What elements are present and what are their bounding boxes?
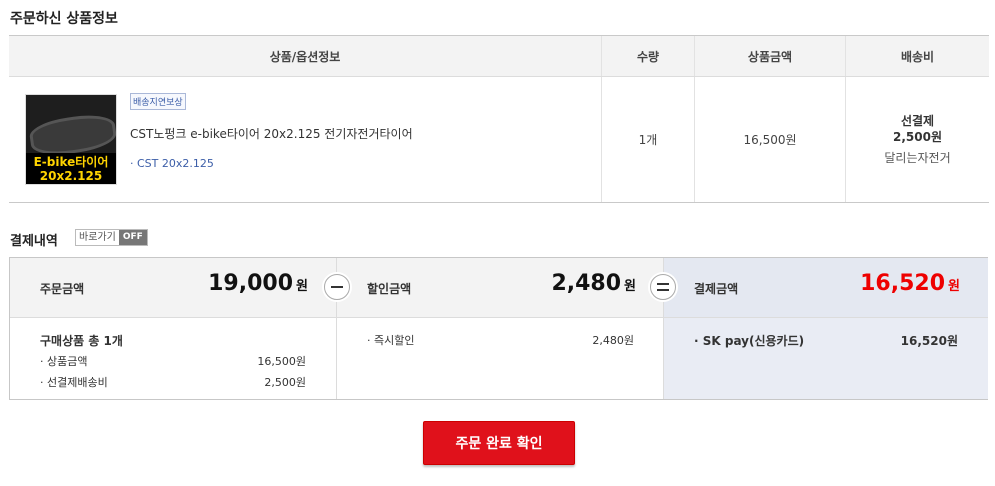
product-amount-label: · 상품금액 [40, 355, 88, 368]
shipping-type: 선결제 [900, 114, 935, 128]
shipping-cell: 선결제 2,500원 달리는자전거 [845, 76, 989, 203]
final-amount-column: 결제금액 16,520 원 · SK pay(신용카드) 16,520원 [663, 258, 988, 399]
thumbnail-caption-line2: 20x2.125 [39, 169, 103, 183]
payment-method-amount: 16,520원 [900, 334, 958, 348]
shortcut-toggle-label: 바로가기 [76, 230, 119, 245]
order-amount-column: 주문금액 19,000 원 구매상품 총 1개 · 상품금액 16,500원 · … [10, 258, 336, 399]
prepaid-shipping-label: · 선결제배송비 [40, 376, 108, 389]
prepaid-shipping-value: 2,500원 [264, 376, 306, 389]
payment-method-label: · SK pay(신용카드) [694, 334, 805, 348]
shortcut-toggle[interactable]: 바로가기 OFF [75, 229, 148, 246]
thumbnail-caption: E-bike타이어 20x2.125 [26, 153, 116, 184]
product-option: · CST 20x2.125 [130, 157, 214, 170]
purchase-summary: 구매상품 총 1개 [40, 334, 123, 348]
order-amount-label: 주문금액 [40, 282, 85, 296]
discount-column: 할인금액 2,480 원 · 즉시할인 2,480원 [336, 258, 664, 399]
header-price: 상품금액 [694, 35, 846, 77]
won-unit: 원 [948, 279, 960, 294]
product-name-link[interactable]: CST노펑크 e-bike타이어 20x2.125 전기자전거타이어 [130, 125, 413, 142]
confirm-order-button[interactable]: 주문 완료 확인 [423, 421, 575, 465]
discount-number: 2,480 [551, 271, 622, 296]
seller-name: 달리는자전거 [884, 151, 951, 165]
price-cell: 16,500원 [694, 76, 846, 203]
product-thumbnail[interactable]: E-bike타이어 20x2.125 [25, 94, 117, 185]
header-quantity: 수량 [601, 35, 695, 77]
discount-label: 할인금액 [367, 282, 412, 296]
table-row: E-bike타이어 20x2.125 배송지연보상 CST노펑크 e-bike타… [9, 76, 989, 203]
header-product: 상품/옵션정보 [9, 35, 602, 77]
won-unit: 원 [624, 279, 636, 294]
order-amount-row: 주문금액 19,000 원 [10, 258, 336, 318]
shortcut-toggle-state: OFF [118, 230, 147, 245]
final-amount-number: 16,520 [860, 271, 946, 296]
discount-value: 2,480 원 [551, 271, 636, 296]
order-amount-value: 19,000 원 [208, 271, 308, 296]
discount-row: 할인금액 2,480 원 [337, 258, 664, 318]
final-amount-value: 16,520 원 [860, 271, 960, 296]
final-amount-label: 결제금액 [694, 282, 739, 296]
order-amount-number: 19,000 [208, 271, 294, 296]
won-unit: 원 [296, 279, 308, 294]
instant-discount-label: · 즉시할인 [367, 334, 415, 347]
instant-discount-value: 2,480원 [592, 334, 634, 347]
delivery-delay-badge: 배송지연보상 [130, 93, 186, 110]
product-amount-value: 16,500원 [257, 355, 306, 368]
quantity-cell: 1개 [601, 76, 695, 203]
order-items-table: 상품/옵션정보 수량 상품금액 배송비 E-bike타이어 20x2.125 배… [9, 35, 989, 203]
final-amount-row: 결제금액 16,520 원 [664, 258, 988, 318]
minus-icon [324, 274, 350, 300]
header-shipping: 배송비 [845, 35, 989, 77]
tire-image [27, 111, 116, 159]
thumbnail-caption-line1: E-bike타이어 [33, 155, 109, 169]
payment-summary-box: 주문금액 19,000 원 구매상품 총 1개 · 상품금액 16,500원 · … [9, 257, 988, 400]
shipping-fee: 2,500원 [893, 130, 942, 144]
equals-icon [650, 274, 676, 300]
product-info-cell: E-bike타이어 20x2.125 배송지연보상 CST노펑크 e-bike타… [9, 76, 602, 203]
payment-section-title: 결제내역 [10, 234, 58, 249]
order-section-title: 주문하신 상품정보 [10, 11, 118, 27]
